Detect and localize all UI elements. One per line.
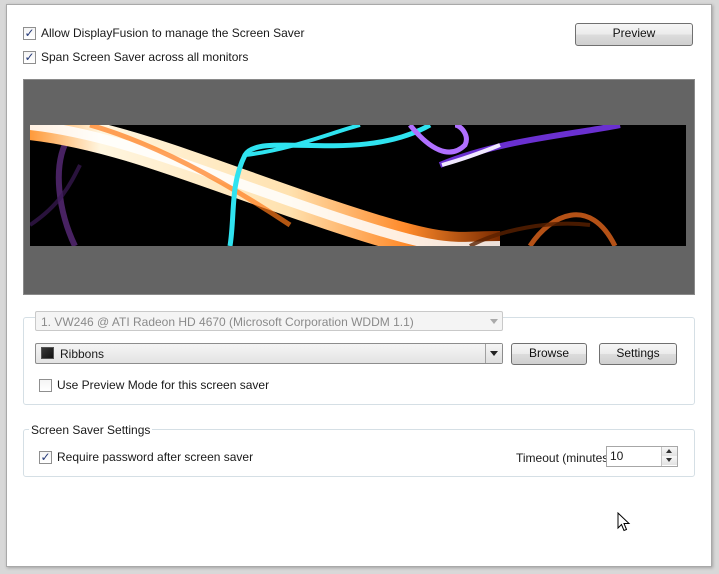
require-password-checkbox[interactable]: ✓ [39, 450, 52, 464]
preview-mode-label[interactable]: Use Preview Mode for this screen saver [57, 378, 269, 392]
timeout-label: Timeout (minutes): [516, 451, 616, 465]
preview-button[interactable]: Preview [575, 23, 693, 46]
require-password-label[interactable]: Require password after screen saver [57, 450, 253, 464]
browse-button[interactable]: Browse [511, 343, 587, 365]
allow-manage-checkbox[interactable]: ✓ [23, 26, 36, 40]
preview-mode-checkbox[interactable] [39, 379, 52, 392]
screen-saver-panel: ✓ Allow DisplayFusion to manage the Scre… [6, 4, 712, 567]
timeout-value[interactable]: 10 [610, 449, 623, 463]
timeout-spin-buttons[interactable] [661, 447, 677, 466]
span-monitors-checkbox[interactable]: ✓ [23, 50, 36, 64]
ribbons-preview-image [30, 125, 686, 246]
screen-saver-select-value: Ribbons [60, 347, 105, 361]
settings-group-title: Screen Saver Settings [29, 423, 153, 437]
allow-manage-label[interactable]: Allow DisplayFusion to manage the Screen… [41, 26, 304, 40]
mouse-cursor-icon [617, 512, 631, 532]
chevron-down-icon [490, 351, 498, 356]
span-monitors-label[interactable]: Span Screen Saver across all monitors [41, 50, 248, 64]
monitor-select-dropdown [486, 312, 502, 330]
check-mark-icon: ✓ [40, 450, 51, 464]
screen-saver-preview [23, 79, 695, 295]
monitor-select: 1. VW246 @ ATI Radeon HD 4670 (Microsoft… [35, 311, 503, 331]
monitor-select-value: 1. VW246 @ ATI Radeon HD 4670 (Microsoft… [41, 315, 414, 329]
screen-saver-dropdown-button[interactable] [485, 344, 502, 363]
check-mark-icon: ✓ [24, 26, 35, 40]
chevron-down-icon [490, 319, 498, 324]
timeout-stepper[interactable]: 10 [606, 446, 678, 467]
monitor-preview-screen [30, 125, 686, 246]
settings-button[interactable]: Settings [599, 343, 677, 365]
screen-saver-select[interactable]: Ribbons [35, 343, 503, 364]
check-mark-icon: ✓ [24, 50, 35, 64]
spin-down-icon[interactable] [662, 456, 677, 465]
screen-saver-icon [41, 347, 54, 359]
